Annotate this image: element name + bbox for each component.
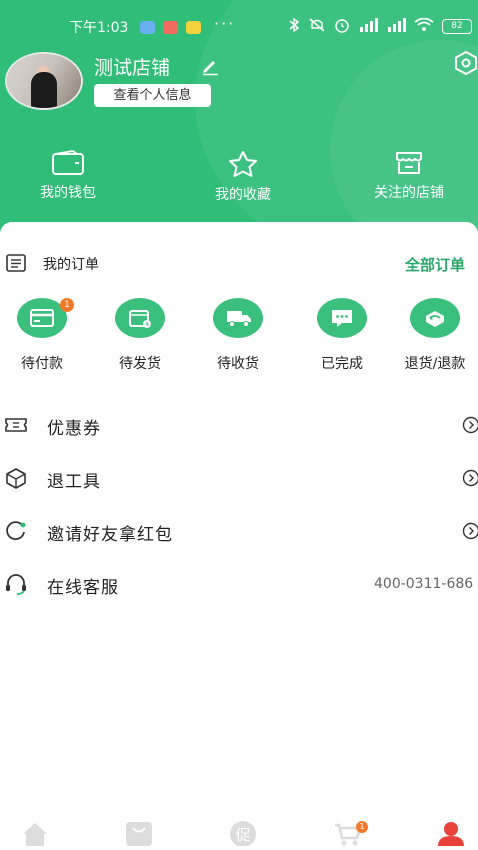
promo-glyph: 促 [235,826,250,844]
order-status-label: 待收货 [217,356,259,372]
tab-products[interactable] [109,812,169,850]
quick-link-favorites[interactable]: 我的收藏 [178,150,308,204]
profile-header: 下午1:03 ··· 82 测试店铺 查看个人信息 我的钱包 我的收藏 关注的店… [0,0,478,232]
mute-icon [309,18,325,32]
quick-link-label: 我的钱包 [40,185,96,201]
bluetooth-icon [289,17,300,33]
tab-home[interactable] [5,812,65,850]
star-icon [229,151,257,177]
battery-indicator: 82 [442,19,472,34]
user-icon [438,822,464,846]
card-icon [30,309,54,327]
menu-item-return-tools[interactable]: 退工具 [0,463,478,493]
order-completed[interactable]: 已完成 [298,298,386,373]
menu-item-invite-friends[interactable]: 邀请好友拿红包 [0,516,478,546]
menu-item-label: 在线客服 [47,578,119,598]
order-status-label: 待付款 [21,356,63,372]
quick-link-label: 我的收藏 [215,187,271,203]
signal-icon-2 [388,18,406,32]
document-icon [6,254,26,272]
chat-icon [332,310,352,327]
headset-icon [6,574,26,595]
order-status-label: 待发货 [119,356,161,372]
home-icon [23,823,47,846]
cart-badge: 1 [356,821,368,833]
pending-payment-badge: 1 [60,298,74,312]
box-icon [6,468,26,489]
menu-item-label: 退工具 [47,472,101,492]
refresh-icon [6,521,26,541]
order-status-label: 退货/退款 [404,356,466,372]
tab-cart[interactable] [318,812,378,850]
package-icon [129,310,151,328]
avatar[interactable] [5,52,83,110]
quick-link-followed-stores[interactable]: 关注的店铺 [344,150,474,202]
truck-icon [227,311,251,327]
tab-promotions[interactable]: 促 [213,812,273,850]
coupon-icon [5,418,27,432]
chevron-right-icon [462,469,478,487]
chevron-right-icon [462,416,478,434]
alarm-icon [335,19,349,33]
menu-item-coupons[interactable]: 优惠券 [0,410,478,440]
menu-item-customer-service[interactable]: 在线客服 400-0311-686 [0,569,478,599]
shop-name: 测试店铺 [94,57,171,79]
return-icon [426,311,444,327]
more-notifications: ··· [214,14,236,33]
status-bar: 下午1:03 ··· 82 [0,14,478,40]
menu-item-label: 优惠券 [47,419,101,439]
store-icon [396,152,422,174]
service-phone-number[interactable]: 400-0311-686 [374,576,473,592]
all-orders-link[interactable]: 全部订单 [405,254,465,275]
order-to-ship[interactable]: 待发货 [96,298,184,373]
edit-icon[interactable] [200,56,220,76]
promo-icon: 促 [230,821,256,846]
order-status-label: 已完成 [321,356,363,372]
notification-icon-2 [163,21,178,34]
signal-icon [360,18,378,32]
menu-item-label: 邀请好友拿红包 [47,525,173,545]
status-time: 下午1:03 [69,20,129,36]
orders-title: 我的订单 [43,257,99,273]
view-profile-button[interactable]: 查看个人信息 [94,84,211,107]
orders-header: 我的订单 全部订单 [0,250,478,276]
bottom-tab-bar: 促 [0,812,478,850]
wifi-icon [414,18,434,31]
settings-icon[interactable] [453,50,478,76]
bag-icon [126,822,152,846]
order-returns-refunds[interactable]: 退货/退款 [391,298,478,373]
tab-profile[interactable] [421,812,478,850]
quick-link-wallet[interactable]: 我的钱包 [3,150,133,202]
order-pending-payment[interactable]: 待付款 [0,298,86,373]
wallet-icon [52,150,84,175]
quick-link-label: 关注的店铺 [374,185,444,201]
system-icons [288,17,434,33]
notification-icon [140,21,155,34]
notification-icon-3 [186,21,201,34]
chevron-right-icon [462,522,478,540]
order-to-receive[interactable]: 待收货 [194,298,282,373]
